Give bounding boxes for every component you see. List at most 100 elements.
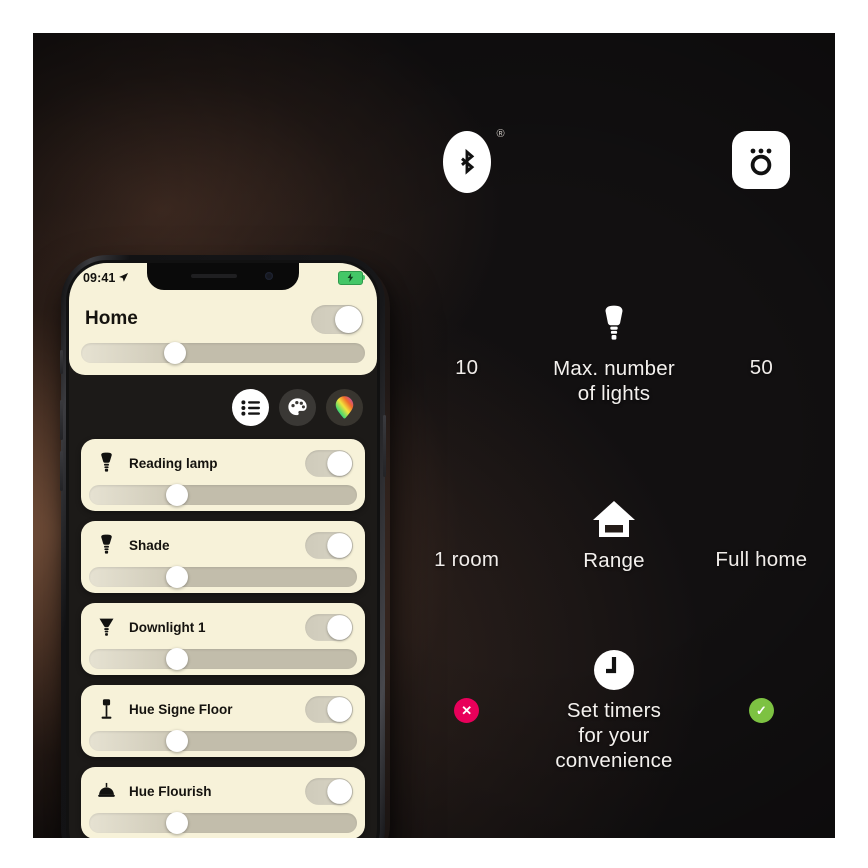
light-brightness-slider[interactable] xyxy=(89,484,357,506)
status-bar: 09:41 xyxy=(69,269,377,286)
spot-bulb-icon xyxy=(93,534,119,557)
light-card-header: Hue Signe Floor xyxy=(81,685,365,733)
light-name-label: Downlight 1 xyxy=(129,619,206,635)
range-center: Range xyxy=(540,495,687,573)
timers-label: Set timers for your convenience xyxy=(555,698,672,773)
list-icon xyxy=(240,399,260,416)
light-toggle[interactable] xyxy=(305,613,353,641)
max-lights-left-value: 10 xyxy=(455,356,479,379)
toggle-knob xyxy=(327,696,353,722)
timers-left: ✕ xyxy=(393,645,540,723)
clock-icon xyxy=(593,645,635,691)
range-label-line1: Range xyxy=(583,549,645,572)
max-lights-left: 10 xyxy=(393,303,540,380)
phone-bezel: 09:41 Home Reading lamp Shade Downlight … xyxy=(66,260,380,838)
timers-label-line3: convenience xyxy=(555,749,673,772)
slider-knob[interactable] xyxy=(166,730,189,752)
light-card[interactable]: Reading lamp xyxy=(81,439,365,511)
phone-frame: 09:41 Home Reading lamp Shade Downlight … xyxy=(60,255,386,838)
battery-charging-icon xyxy=(338,270,365,285)
light-toggle[interactable] xyxy=(305,777,353,805)
floor-lamp-icon xyxy=(93,698,119,721)
light-brightness-slider[interactable] xyxy=(89,730,357,752)
tab-list[interactable] xyxy=(232,389,269,426)
color-bulb-icon xyxy=(335,396,354,419)
phone-screen: 09:41 Home Reading lamp Shade Downlight … xyxy=(69,263,377,838)
light-card-header: Downlight 1 xyxy=(81,603,365,651)
toggle-knob xyxy=(335,306,362,333)
slider-knob[interactable] xyxy=(163,342,186,364)
range-right: Full home xyxy=(688,495,835,572)
light-toggle[interactable] xyxy=(305,531,353,559)
row-max-lights: 10 Max. number of lights 50 xyxy=(393,303,835,406)
location-arrow-icon xyxy=(119,272,129,282)
max-lights-label-line1: Max. number xyxy=(553,357,675,380)
range-label: Range xyxy=(583,548,644,573)
max-lights-right: 50 xyxy=(688,303,835,380)
light-card[interactable]: Hue Signe Floor xyxy=(81,685,365,757)
light-card[interactable]: Downlight 1 xyxy=(81,603,365,675)
light-card-header: Shade xyxy=(81,521,365,569)
registered-mark: ® xyxy=(496,128,505,140)
toggle-knob xyxy=(327,778,353,804)
volume-up-button[interactable] xyxy=(60,400,63,440)
page-title: Home xyxy=(85,308,138,329)
light-brightness-slider[interactable] xyxy=(89,566,357,588)
timers-label-line1: Set timers xyxy=(566,699,662,722)
palette-icon xyxy=(288,398,307,416)
tab-colors[interactable] xyxy=(326,389,363,426)
comparison-panel: ® 10 Max. number of lights 50 1 room Ran… xyxy=(393,33,835,838)
range-left: 1 room xyxy=(393,495,540,572)
bulb-icon xyxy=(597,303,631,349)
dome-lamp-icon xyxy=(93,782,119,801)
timers-right: ✓ xyxy=(688,645,835,723)
max-lights-right-value: 50 xyxy=(749,356,773,379)
row-timers: ✕ Set timers for your convenience ✓ xyxy=(393,645,835,773)
volume-down-button[interactable] xyxy=(60,451,63,491)
status-bar-left: 09:41 xyxy=(83,271,129,285)
phone-mockup: 09:41 Home Reading lamp Shade Downlight … xyxy=(60,255,394,838)
slider-knob[interactable] xyxy=(166,566,189,588)
bluetooth-logo-cell: ® xyxy=(393,129,540,193)
light-name-label: Hue Signe Floor xyxy=(129,701,233,717)
light-toggle[interactable] xyxy=(305,449,353,477)
toggle-knob xyxy=(327,450,353,476)
toggle-knob xyxy=(327,532,353,558)
light-brightness-slider[interactable] xyxy=(89,812,357,834)
light-card[interactable]: Hue Flourish xyxy=(81,767,365,838)
tab-scenes[interactable] xyxy=(279,389,316,426)
timers-label-line2: for your xyxy=(578,724,650,747)
light-name-label: Reading lamp xyxy=(129,455,218,471)
slider-knob[interactable] xyxy=(166,812,189,834)
max-lights-label-line2: of lights xyxy=(577,382,651,405)
lights-list: Reading lamp Shade Downlight 1 Hue Signe Fl… xyxy=(81,439,365,838)
light-toggle[interactable] xyxy=(305,695,353,723)
row-range: 1 room Range Full home xyxy=(393,495,835,573)
check-badge-icon: ✓ xyxy=(748,698,774,723)
bridge-logo-cell xyxy=(688,131,835,189)
light-card[interactable]: Shade xyxy=(81,521,365,593)
mute-switch[interactable] xyxy=(60,350,63,374)
bridge-icon xyxy=(732,131,791,189)
logo-row: ® xyxy=(393,129,835,193)
view-tabs xyxy=(232,389,363,426)
downlight-icon xyxy=(93,616,119,639)
spot-bulb-icon xyxy=(93,452,119,475)
light-card-header: Hue Flourish xyxy=(81,767,365,815)
range-right-value: Full home xyxy=(715,548,808,571)
power-button[interactable] xyxy=(383,415,386,477)
home-header-card: 09:41 Home xyxy=(69,263,377,375)
light-brightness-slider[interactable] xyxy=(89,648,357,670)
home-master-toggle[interactable] xyxy=(311,305,363,334)
home-brightness-slider[interactable] xyxy=(81,342,365,364)
light-name-label: Hue Flourish xyxy=(129,783,212,799)
max-lights-center: Max. number of lights xyxy=(540,303,687,406)
timers-center: Set timers for your convenience xyxy=(540,645,687,773)
poster-canvas: ® 10 Max. number of lights 50 1 room Ran… xyxy=(33,33,835,838)
slider-knob[interactable] xyxy=(166,648,189,670)
range-left-value: 1 room xyxy=(434,548,500,571)
max-lights-label: Max. number of lights xyxy=(553,356,675,406)
light-card-header: Reading lamp xyxy=(81,439,365,487)
bluetooth-icon: ® xyxy=(442,129,505,193)
slider-knob[interactable] xyxy=(166,484,189,506)
